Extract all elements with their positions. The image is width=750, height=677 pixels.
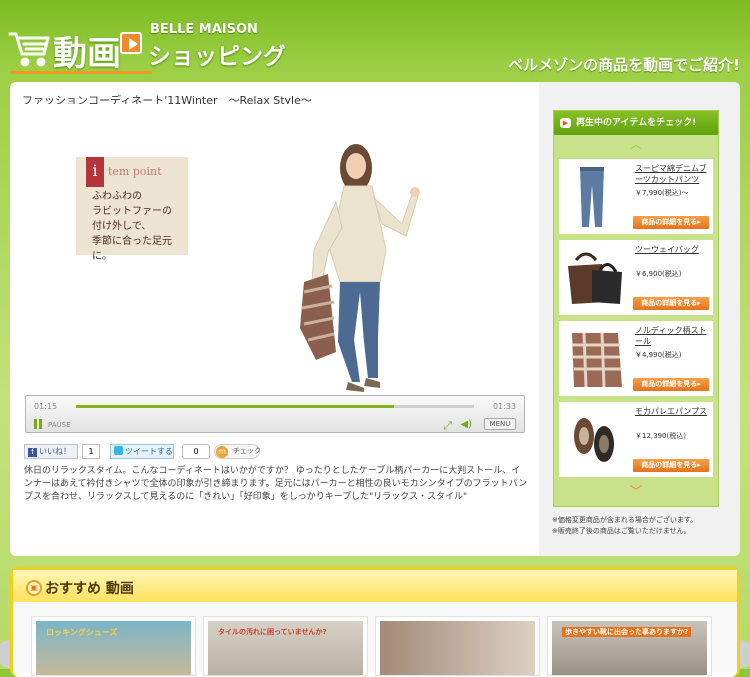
recommend-prev-icon[interactable] [0,640,10,668]
scroll-down-icon[interactable]: ﹀ [622,486,650,499]
header-tagline: ベルメゾンの商品を動画でご紹介! [508,56,740,74]
logo-sub-text: ショッピング [148,44,286,70]
product-name[interactable]: スーピマ綿デニムブーツカットパンツ [635,163,711,185]
product-name[interactable]: モカパレエパンプス [635,406,711,417]
recommend-video-thumb[interactable]: タイルの汚れに困っていませんか? [203,616,368,676]
model-figure-image [300,144,420,392]
thumb-caption: ロッキングシューズ [46,628,118,637]
item-list-box: ▶ 再生中のアイテムをチェック! ︿ スーピマ綿デニムブーツカットパンツ ￥7,… [553,110,719,507]
tweet-label: ツイートする [125,447,173,456]
fullscreen-icon[interactable]: ⤢ [443,419,452,433]
like-count: 1 [82,444,100,459]
product-price: ￥12,390(税込) [635,432,686,440]
thumb-image [380,621,535,675]
tweet-count: 0 [182,444,210,459]
item-point-badge: i [86,157,104,187]
tweet-button[interactable]: ツイートする [110,444,174,459]
product-price: ￥4,990(税込) [635,351,682,359]
product-detail-button[interactable]: 商品の詳細を見る▸ [633,297,709,310]
product-price: ￥7,990(税込)～ [635,189,689,197]
logo-play-icon [120,32,142,54]
product-detail-button[interactable]: 商品の詳細を見る▸ [633,378,709,391]
product-price: ￥6,900(税込) [635,270,682,278]
pause-label[interactable]: PAUSE [48,421,71,429]
product-card[interactable]: スーピマ綿デニムブーツカットパンツ ￥7,990(税込)～ 商品の詳細を見る▸ [559,159,713,234]
recommend-heading: ▣ おすすめ 動画 [13,570,737,602]
logo-main-text: 動画 [53,34,121,74]
volume-icon[interactable]: ◀) [460,419,472,430]
mixi-check-button[interactable]: m チェック [214,444,261,459]
tv-icon: ▣ [26,580,42,596]
mixi-label: チェック [233,447,261,455]
video-controls: 01:15 01:33 PAUSE ⤢ ◀) MENU [25,395,525,433]
recommend-video-thumb[interactable]: ロッキングシューズ [31,616,196,676]
site-header: 動画 BELLE MAISON ショッピング ベルメゾンの商品を動画でご紹介! [0,0,750,82]
site-logo[interactable]: 動画 BELLE MAISON ショッピング [8,22,308,74]
recommend-next-icon[interactable] [740,640,750,668]
main-panel: ファッションコーディネート'11Winter ～Relax Style～ i t… [10,82,740,556]
thumb-image: タイルの汚れに困っていませんか? [208,621,363,675]
thumb-caption: 歩きやすい靴に出会った事ありますか? [562,627,692,637]
item-list-heading: ▶ 再生中のアイテムをチェック! [554,111,718,135]
menu-button[interactable]: MENU [484,418,516,430]
product-name[interactable]: ツーウェイバッグ [635,244,711,255]
recommend-thumbnails: ロッキングシューズ タイルの汚れに困っていませんか? 歩きやすい靴に出会った事あ… [13,602,737,676]
product-card[interactable]: モカパレエパンプス ￥12,390(税込) 商品の詳細を見る▸ [559,402,713,477]
product-stole-image [572,332,622,388]
video-description: 休日のリラックスタイム。こんなコーディネートはいかがですか？ ゆったりとしたケー… [24,466,528,502]
facebook-icon: f [28,448,37,457]
facebook-like-button[interactable]: f いいね！ [24,444,78,459]
recommend-video-thumb[interactable] [375,616,540,676]
product-name[interactable]: ノルディック柄ストール [635,325,711,347]
sales-end-note: ※販売終了後の商品はご覧いただけません。 [552,527,691,535]
recommend-section: ▣ おすすめ 動画 ロッキングシューズ タイルの汚れに困っていませんか? 歩きや… [10,567,740,677]
product-detail-button[interactable]: 商品の詳細を見る▸ [633,216,709,229]
recommend-video-thumb[interactable]: 歩きやすい靴に出会った事ありますか? [547,616,712,676]
recommend-title: おすすめ 動画 [45,581,134,597]
product-bag-image [568,252,622,304]
progress-bar[interactable] [76,405,474,408]
time-total: 01:33 [492,402,516,411]
video-icon: ▶ [560,118,571,128]
mixi-icon: m [216,446,228,458]
item-point-card: i tem point ふわふわの ラビットファーの 付け外しで、 季節に合った… [76,157,188,262]
product-pumps-image [574,418,614,462]
item-point-label: tem point [108,165,162,178]
product-card[interactable]: ツーウェイバッグ ￥6,900(税込) 商品の詳細を見る▸ [559,240,713,315]
price-note: ※価格変更商品が含まれる場合がございます。 [552,516,698,524]
item-list-heading-text: 再生中のアイテムをチェック! [576,118,697,128]
thumb-image: ロッキングシューズ [36,621,191,675]
twitter-icon [114,446,123,455]
video-player[interactable]: i tem point ふわふわの ラビットファーの 付け外しで、 季節に合った… [24,104,524,394]
pause-icon[interactable] [34,419,42,429]
progress-fill [76,405,395,408]
thumb-image: 歩きやすい靴に出会った事ありますか? [552,621,707,675]
item-sidebar: ▶ 再生中のアイテムをチェック! ︿ スーピマ綿デニムブーツカットパンツ ￥7,… [539,82,740,556]
logo-underline [10,71,152,74]
like-label: いいね！ [39,447,71,456]
product-card[interactable]: ノルディック柄ストール ￥4,990(税込) 商品の詳細を見る▸ [559,321,713,396]
time-current: 01:15 [34,402,58,411]
scroll-up-icon[interactable]: ︿ [622,139,650,150]
thumb-caption: タイルの汚れに困っていませんか? [218,628,327,636]
logo-brand-text: BELLE MAISON [150,22,258,37]
item-point-text: ふわふわの ラビットファーの 付け外しで、 季節に合った足元に。 [92,191,172,262]
product-jeans-image [580,167,604,227]
product-detail-button[interactable]: 商品の詳細を見る▸ [633,459,709,472]
